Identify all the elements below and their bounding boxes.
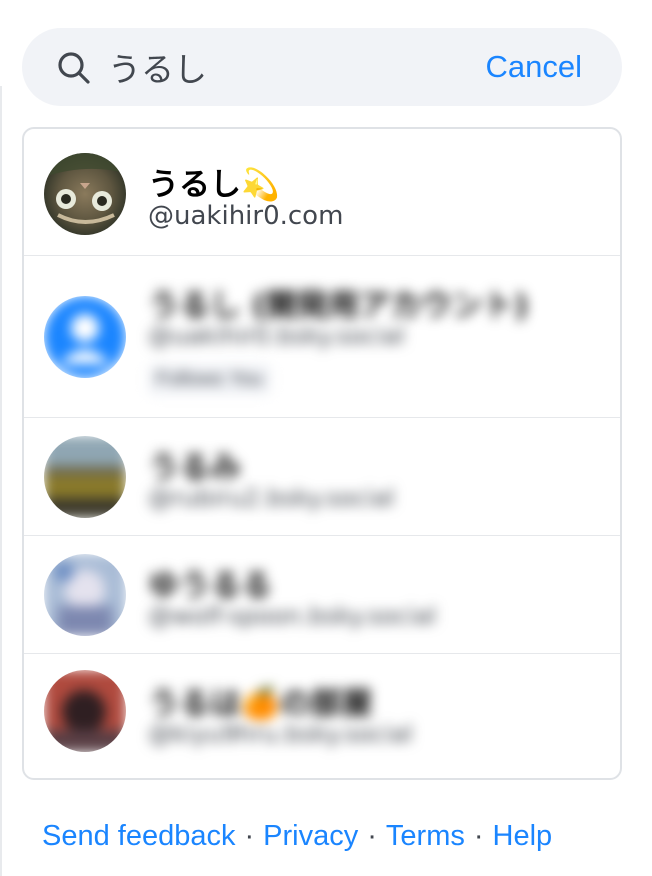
avatar: [44, 153, 126, 235]
avatar: [44, 554, 126, 636]
list-item[interactable]: うるみ @rubiru2.bsky.social: [24, 417, 620, 536]
search-icon: [58, 52, 90, 84]
send-feedback-link[interactable]: Send feedback: [42, 820, 235, 852]
avatar: [44, 436, 126, 518]
left-divider: [0, 86, 2, 876]
list-item[interactable]: ゆうるる @wolf-spoon.bsky.social: [24, 535, 620, 654]
footer-separator: ·: [367, 820, 377, 852]
list-item[interactable]: うるし (開発用アカウント) @uakihir0.bsky.social Fol…: [24, 255, 620, 418]
terms-link[interactable]: Terms: [386, 820, 465, 852]
result-handle: @wolf-spoon.bsky.social: [148, 602, 437, 630]
avatar: [44, 670, 126, 752]
result-name: ゆうるる: [148, 568, 272, 604]
result-handle: @kiyu9hru.bsky.social: [148, 720, 413, 748]
search-input[interactable]: [108, 42, 468, 92]
help-link[interactable]: Help: [493, 820, 553, 852]
result-name: うるみ: [148, 450, 241, 486]
footer-separator: ·: [473, 820, 484, 852]
follows-you-badge: Follows You: [148, 364, 271, 395]
result-handle: @rubiru2.bsky.social: [148, 484, 395, 512]
search-results-list: うるし💫 @uakihir0.com うるし (開発用アカウント) @uakih…: [22, 127, 622, 780]
search-bar: Cancel: [22, 28, 622, 106]
list-item[interactable]: うるは🍊の部屋 @kiyu9hru.bsky.social: [24, 653, 620, 778]
result-name: うるは🍊の部屋: [148, 686, 373, 722]
default-avatar-icon: [44, 296, 126, 378]
cancel-button[interactable]: Cancel: [486, 48, 583, 86]
footer-separator: ·: [244, 820, 255, 852]
result-name: うるし (開発用アカウント): [148, 288, 529, 324]
list-item[interactable]: うるし💫 @uakihir0.com: [24, 129, 620, 255]
footer-links: Send feedback · Privacy · Terms · Help: [42, 820, 552, 853]
result-name: うるし💫: [148, 167, 280, 203]
result-handle: @uakihir0.bsky.social: [148, 322, 405, 350]
result-handle: @uakihir0.com: [148, 201, 344, 231]
privacy-link[interactable]: Privacy: [263, 820, 358, 852]
